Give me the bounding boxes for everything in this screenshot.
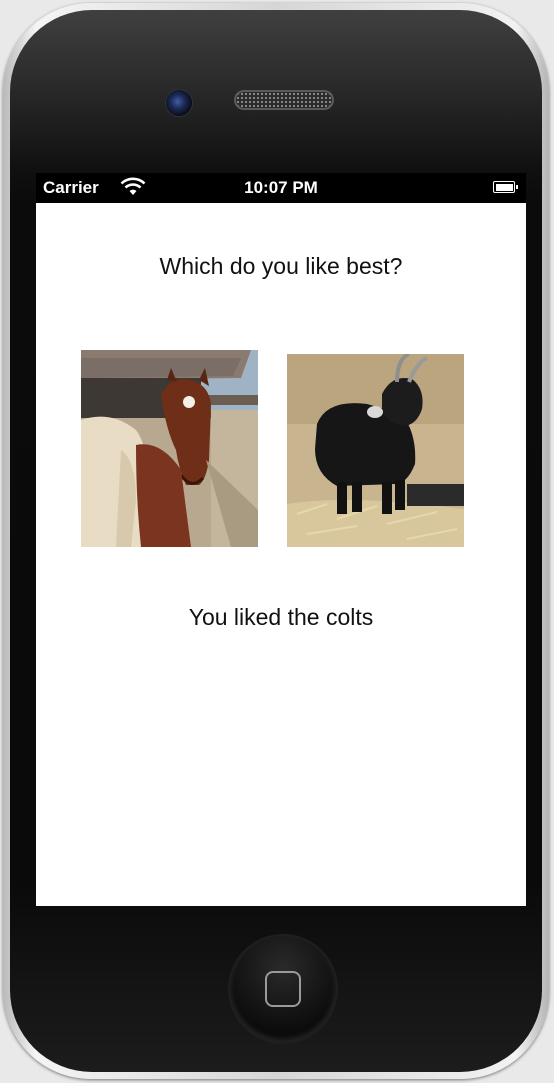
device-bezel: Carrier 10:07 PM Which do you like best?: [10, 10, 542, 1072]
app-screen: Carrier 10:07 PM Which do you like best?: [36, 173, 526, 906]
goat-image-button[interactable]: [287, 354, 464, 547]
speaker-grille: [234, 90, 334, 110]
home-button[interactable]: [230, 936, 336, 1042]
goat-photo: [287, 354, 464, 547]
colt-image-button[interactable]: [81, 350, 258, 547]
device-frame: Carrier 10:07 PM Which do you like best?: [3, 3, 549, 1079]
battery-icon: [493, 181, 519, 193]
status-time: 10:07 PM: [244, 178, 318, 197]
result-label: You liked the colts: [188, 604, 374, 630]
question-label: Which do you like best?: [159, 253, 403, 279]
status-bar: Carrier 10:07 PM: [36, 173, 526, 203]
colt-photo: [81, 350, 258, 547]
camera-icon: [165, 89, 193, 117]
home-button-icon: [265, 971, 301, 1007]
